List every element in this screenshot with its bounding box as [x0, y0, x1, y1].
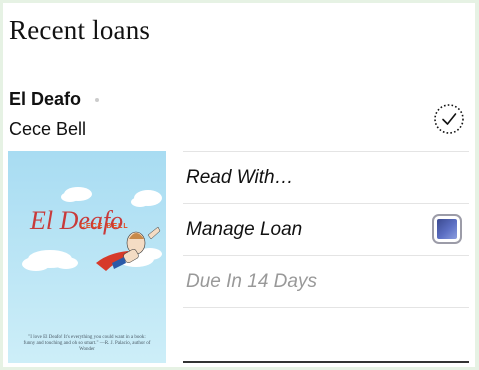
read-with-menu-item[interactable]: Read With…: [183, 151, 469, 203]
manage-loan-icon-fill: [437, 219, 457, 239]
manage-loan-label: Manage Loan: [186, 219, 303, 240]
menu-bottom-rule: [183, 361, 469, 363]
due-date-item: Due In 14 Days: [183, 255, 469, 307]
recent-loans-panel: Recent loans El Deafo Cece Bell El Deafo…: [3, 3, 475, 367]
book-cover[interactable]: El Deafo CECE BELL "I love El Deafo! It'…: [8, 151, 166, 363]
cover-illustration: El Deafo: [8, 151, 166, 363]
section-title: Recent loans: [9, 15, 151, 45]
due-date-label: Due In 14 Days: [186, 271, 317, 292]
manage-loan-icon[interactable]: [432, 214, 462, 244]
cover-quote: "I love El Deafo! It's everything you co…: [23, 335, 151, 352]
book-author[interactable]: Cece Bell: [9, 119, 86, 140]
title-separator-dot: [95, 98, 99, 102]
book-title[interactable]: El Deafo: [9, 89, 81, 110]
manage-loan-menu-item[interactable]: Manage Loan: [183, 203, 469, 255]
menu-divider: [183, 307, 469, 308]
cover-author-art: CECE BELL: [80, 223, 129, 230]
read-with-label: Read With…: [186, 167, 294, 188]
dotted-check-circle-icon[interactable]: [433, 103, 465, 135]
svg-text:El Deafo: El Deafo: [29, 206, 123, 235]
